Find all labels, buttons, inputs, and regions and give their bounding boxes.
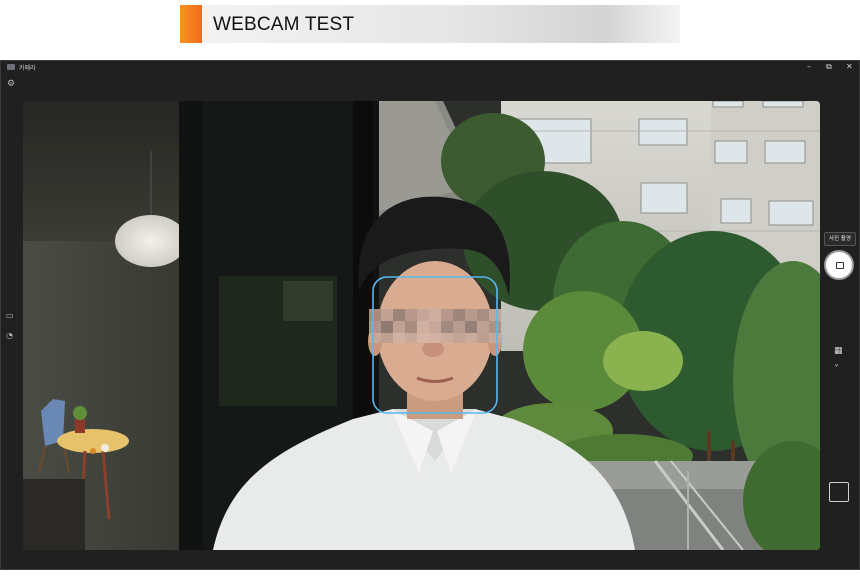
banner-title: WEBCAM TEST — [213, 14, 355, 35]
close-button[interactable]: ✕ — [846, 62, 853, 71]
photo-mode-tooltip: 사진 촬영 — [824, 232, 856, 246]
banner: WEBCAM TEST — [180, 5, 680, 43]
banner-accent — [180, 5, 202, 43]
qr-scan-icon[interactable]: ▦ — [834, 346, 843, 356]
video-feed-icon[interactable]: ▭ — [6, 311, 14, 320]
camera-viewfinder — [23, 101, 820, 550]
maximize-button[interactable]: ⧉ — [826, 62, 832, 72]
camera-icon — [836, 262, 844, 269]
title-bar: 카메라 – ⧉ ✕ — [1, 61, 859, 75]
timer-icon[interactable]: ◔ — [6, 331, 13, 340]
minimize-button[interactable]: – — [807, 62, 811, 71]
app-title: 카메라 — [19, 65, 36, 72]
camera-preview-image — [23, 101, 820, 550]
camera-app-icon — [7, 64, 15, 70]
pixelated-eye-region — [369, 309, 501, 343]
camera-window: 카메라 – ⧉ ✕ ⚙ ▭ ◔ — [0, 60, 860, 570]
chevron-down-icon[interactable]: ˅ — [834, 364, 839, 375]
gallery-thumbnail-button[interactable] — [829, 482, 849, 502]
settings-gear-icon[interactable]: ⚙ — [7, 79, 15, 89]
shutter-button[interactable] — [824, 250, 854, 280]
